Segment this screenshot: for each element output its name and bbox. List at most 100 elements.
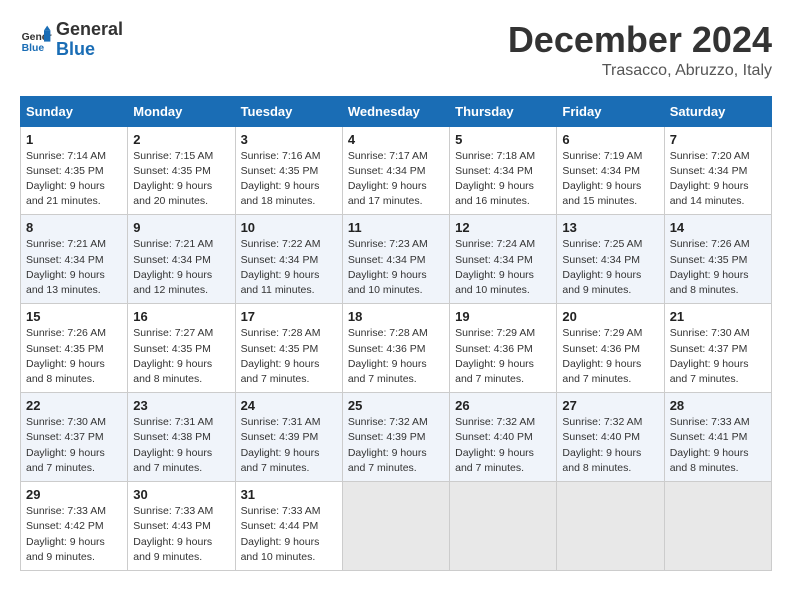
day-detail: Sunrise: 7:22 AMSunset: 4:34 PMDaylight:… xyxy=(241,237,337,298)
day-number: 20 xyxy=(562,309,658,324)
calendar-cell: 8 Sunrise: 7:21 AMSunset: 4:34 PMDayligh… xyxy=(21,215,128,304)
svg-text:Blue: Blue xyxy=(22,43,45,54)
day-detail: Sunrise: 7:28 AMSunset: 4:35 PMDaylight:… xyxy=(241,326,337,387)
calendar-cell: 15 Sunrise: 7:26 AMSunset: 4:35 PMDaylig… xyxy=(21,304,128,393)
calendar-cell: 22 Sunrise: 7:30 AMSunset: 4:37 PMDaylig… xyxy=(21,393,128,482)
calendar-cell: 23 Sunrise: 7:31 AMSunset: 4:38 PMDaylig… xyxy=(128,393,235,482)
day-detail: Sunrise: 7:25 AMSunset: 4:34 PMDaylight:… xyxy=(562,237,658,298)
calendar-cell: 17 Sunrise: 7:28 AMSunset: 4:35 PMDaylig… xyxy=(235,304,342,393)
calendar-cell xyxy=(450,482,557,571)
day-number: 26 xyxy=(455,398,551,413)
calendar-week-4: 22 Sunrise: 7:30 AMSunset: 4:37 PMDaylig… xyxy=(21,393,772,482)
calendar-week-3: 15 Sunrise: 7:26 AMSunset: 4:35 PMDaylig… xyxy=(21,304,772,393)
day-number: 28 xyxy=(670,398,766,413)
calendar-week-5: 29 Sunrise: 7:33 AMSunset: 4:42 PMDaylig… xyxy=(21,482,772,571)
calendar-table: SundayMondayTuesdayWednesdayThursdayFrid… xyxy=(20,96,772,571)
logo-text: General Blue xyxy=(56,20,123,60)
day-number: 6 xyxy=(562,132,658,147)
day-detail: Sunrise: 7:30 AMSunset: 4:37 PMDaylight:… xyxy=(670,326,766,387)
day-number: 21 xyxy=(670,309,766,324)
day-number: 4 xyxy=(348,132,444,147)
day-number: 5 xyxy=(455,132,551,147)
calendar-cell: 21 Sunrise: 7:30 AMSunset: 4:37 PMDaylig… xyxy=(664,304,771,393)
day-number: 31 xyxy=(241,487,337,502)
weekday-header-sunday: Sunday xyxy=(21,96,128,126)
calendar-cell: 16 Sunrise: 7:27 AMSunset: 4:35 PMDaylig… xyxy=(128,304,235,393)
day-detail: Sunrise: 7:15 AMSunset: 4:35 PMDaylight:… xyxy=(133,149,229,210)
day-detail: Sunrise: 7:31 AMSunset: 4:39 PMDaylight:… xyxy=(241,415,337,476)
calendar-cell: 11 Sunrise: 7:23 AMSunset: 4:34 PMDaylig… xyxy=(342,215,449,304)
day-number: 25 xyxy=(348,398,444,413)
calendar-week-2: 8 Sunrise: 7:21 AMSunset: 4:34 PMDayligh… xyxy=(21,215,772,304)
weekday-header-friday: Friday xyxy=(557,96,664,126)
title-block: December 2024 Trasacco, Abruzzo, Italy xyxy=(508,20,772,80)
calendar-cell: 26 Sunrise: 7:32 AMSunset: 4:40 PMDaylig… xyxy=(450,393,557,482)
logo-icon: General Blue xyxy=(20,24,52,56)
day-detail: Sunrise: 7:26 AMSunset: 4:35 PMDaylight:… xyxy=(670,237,766,298)
calendar-cell: 2 Sunrise: 7:15 AMSunset: 4:35 PMDayligh… xyxy=(128,126,235,215)
day-detail: Sunrise: 7:14 AMSunset: 4:35 PMDaylight:… xyxy=(26,149,122,210)
day-detail: Sunrise: 7:17 AMSunset: 4:34 PMDaylight:… xyxy=(348,149,444,210)
calendar-cell: 7 Sunrise: 7:20 AMSunset: 4:34 PMDayligh… xyxy=(664,126,771,215)
day-detail: Sunrise: 7:21 AMSunset: 4:34 PMDaylight:… xyxy=(133,237,229,298)
weekday-header-tuesday: Tuesday xyxy=(235,96,342,126)
day-number: 13 xyxy=(562,220,658,235)
day-number: 10 xyxy=(241,220,337,235)
day-detail: Sunrise: 7:23 AMSunset: 4:34 PMDaylight:… xyxy=(348,237,444,298)
calendar-cell: 12 Sunrise: 7:24 AMSunset: 4:34 PMDaylig… xyxy=(450,215,557,304)
calendar-cell: 31 Sunrise: 7:33 AMSunset: 4:44 PMDaylig… xyxy=(235,482,342,571)
calendar-cell: 13 Sunrise: 7:25 AMSunset: 4:34 PMDaylig… xyxy=(557,215,664,304)
calendar-cell: 10 Sunrise: 7:22 AMSunset: 4:34 PMDaylig… xyxy=(235,215,342,304)
month-title: December 2024 xyxy=(508,20,772,60)
day-number: 16 xyxy=(133,309,229,324)
day-detail: Sunrise: 7:32 AMSunset: 4:40 PMDaylight:… xyxy=(455,415,551,476)
day-number: 12 xyxy=(455,220,551,235)
day-number: 8 xyxy=(26,220,122,235)
day-number: 22 xyxy=(26,398,122,413)
day-number: 9 xyxy=(133,220,229,235)
calendar-cell: 1 Sunrise: 7:14 AMSunset: 4:35 PMDayligh… xyxy=(21,126,128,215)
day-detail: Sunrise: 7:33 AMSunset: 4:41 PMDaylight:… xyxy=(670,415,766,476)
logo-line1: General xyxy=(56,19,123,39)
calendar-cell xyxy=(342,482,449,571)
calendar-cell: 14 Sunrise: 7:26 AMSunset: 4:35 PMDaylig… xyxy=(664,215,771,304)
calendar-cell: 19 Sunrise: 7:29 AMSunset: 4:36 PMDaylig… xyxy=(450,304,557,393)
day-detail: Sunrise: 7:19 AMSunset: 4:34 PMDaylight:… xyxy=(562,149,658,210)
day-number: 2 xyxy=(133,132,229,147)
calendar-cell: 4 Sunrise: 7:17 AMSunset: 4:34 PMDayligh… xyxy=(342,126,449,215)
day-number: 23 xyxy=(133,398,229,413)
weekday-header-saturday: Saturday xyxy=(664,96,771,126)
weekday-header-wednesday: Wednesday xyxy=(342,96,449,126)
day-number: 3 xyxy=(241,132,337,147)
day-number: 15 xyxy=(26,309,122,324)
day-detail: Sunrise: 7:33 AMSunset: 4:44 PMDaylight:… xyxy=(241,504,337,565)
day-number: 30 xyxy=(133,487,229,502)
calendar-cell: 24 Sunrise: 7:31 AMSunset: 4:39 PMDaylig… xyxy=(235,393,342,482)
day-detail: Sunrise: 7:18 AMSunset: 4:34 PMDaylight:… xyxy=(455,149,551,210)
day-detail: Sunrise: 7:32 AMSunset: 4:39 PMDaylight:… xyxy=(348,415,444,476)
calendar-cell: 3 Sunrise: 7:16 AMSunset: 4:35 PMDayligh… xyxy=(235,126,342,215)
page-header: General Blue General Blue December 2024 … xyxy=(20,20,772,80)
day-detail: Sunrise: 7:32 AMSunset: 4:40 PMDaylight:… xyxy=(562,415,658,476)
day-detail: Sunrise: 7:24 AMSunset: 4:34 PMDaylight:… xyxy=(455,237,551,298)
day-number: 7 xyxy=(670,132,766,147)
day-number: 27 xyxy=(562,398,658,413)
weekday-header-row: SundayMondayTuesdayWednesdayThursdayFrid… xyxy=(21,96,772,126)
day-detail: Sunrise: 7:16 AMSunset: 4:35 PMDaylight:… xyxy=(241,149,337,210)
weekday-header-monday: Monday xyxy=(128,96,235,126)
day-number: 17 xyxy=(241,309,337,324)
calendar-cell: 27 Sunrise: 7:32 AMSunset: 4:40 PMDaylig… xyxy=(557,393,664,482)
day-detail: Sunrise: 7:33 AMSunset: 4:43 PMDaylight:… xyxy=(133,504,229,565)
day-detail: Sunrise: 7:20 AMSunset: 4:34 PMDaylight:… xyxy=(670,149,766,210)
day-detail: Sunrise: 7:28 AMSunset: 4:36 PMDaylight:… xyxy=(348,326,444,387)
day-number: 29 xyxy=(26,487,122,502)
day-number: 24 xyxy=(241,398,337,413)
calendar-cell: 18 Sunrise: 7:28 AMSunset: 4:36 PMDaylig… xyxy=(342,304,449,393)
day-detail: Sunrise: 7:33 AMSunset: 4:42 PMDaylight:… xyxy=(26,504,122,565)
day-number: 1 xyxy=(26,132,122,147)
day-detail: Sunrise: 7:31 AMSunset: 4:38 PMDaylight:… xyxy=(133,415,229,476)
calendar-cell xyxy=(557,482,664,571)
day-detail: Sunrise: 7:26 AMSunset: 4:35 PMDaylight:… xyxy=(26,326,122,387)
logo: General Blue General Blue xyxy=(20,20,123,60)
calendar-cell: 5 Sunrise: 7:18 AMSunset: 4:34 PMDayligh… xyxy=(450,126,557,215)
